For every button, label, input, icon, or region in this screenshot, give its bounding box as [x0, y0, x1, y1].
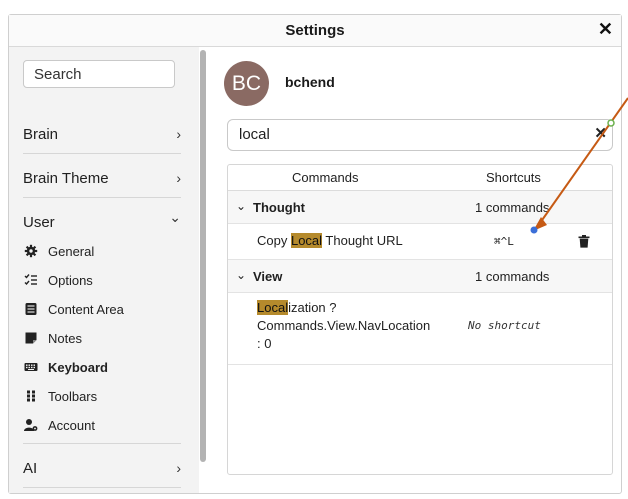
- account-gear-icon: [24, 419, 38, 431]
- chevron-down-icon: ⌄: [236, 268, 247, 282]
- sidebar-section-brain-theme[interactable]: Brain Theme ›: [23, 168, 181, 190]
- chevron-right-icon: ›: [176, 126, 181, 142]
- title-bar: Settings ✕: [9, 15, 621, 47]
- table-row[interactable]: Localization ? Commands.View.NavLocation…: [228, 293, 612, 365]
- sidebar-item-label: Account: [48, 418, 95, 433]
- group-count: 1 commands: [475, 269, 550, 284]
- search-highlight: Local: [290, 233, 323, 248]
- table-header: Commands Shortcuts: [228, 165, 612, 191]
- group-name: View: [253, 269, 283, 284]
- divider: [23, 487, 181, 488]
- sidebar: Brain › Brain Theme › User ⌄ General: [9, 47, 199, 493]
- chevron-right-icon: ›: [176, 170, 181, 186]
- note-icon: [25, 332, 37, 344]
- divider: [23, 153, 181, 154]
- settings-dialog: Settings ✕ Brain › Brain Theme › User ⌄: [8, 14, 622, 494]
- group-thought[interactable]: ⌄ Thought 1 commands: [228, 191, 612, 224]
- gear-icon: [24, 244, 38, 258]
- chevron-right-icon: ›: [176, 460, 181, 476]
- keyboard-icon: [24, 363, 38, 371]
- sidebar-section-label: Brain: [23, 126, 59, 143]
- column-header-commands: Commands: [292, 170, 359, 185]
- sidebar-section-label: User: [23, 214, 55, 231]
- table-row[interactable]: Copy Local Thought URL ⌘^L: [228, 224, 612, 260]
- clear-search-button[interactable]: ✕: [594, 124, 607, 142]
- chevron-down-icon: ⌄: [169, 209, 181, 225]
- sidebar-section-user[interactable]: User ⌄: [23, 209, 181, 234]
- group-view[interactable]: ⌄ View 1 commands: [228, 260, 612, 293]
- group-name: Thought: [253, 200, 305, 215]
- divider: [23, 197, 181, 198]
- search-value: local: [239, 126, 270, 143]
- sidebar-item-label: Notes: [48, 331, 82, 346]
- command-label: Copy Local Thought URL: [257, 233, 403, 248]
- command-label: Localization ? Commands.View.NavLocation…: [257, 300, 431, 351]
- search-highlight: Local: [257, 300, 289, 315]
- sidebar-section-label: AI: [23, 460, 38, 477]
- shortcut-keys[interactable]: ⌘^L: [494, 235, 514, 248]
- group-count: 1 commands: [475, 200, 550, 215]
- sidebar-item-label: General: [48, 244, 95, 259]
- dialog-title: Settings: [285, 22, 345, 39]
- close-button[interactable]: ✕: [598, 19, 613, 40]
- avatar: BC: [224, 61, 269, 106]
- sidebar-item-label: Content Area: [48, 302, 124, 317]
- trash-icon[interactable]: [578, 235, 590, 248]
- sidebar-section-label: Brain Theme: [23, 170, 109, 187]
- no-shortcut-label[interactable]: No shortcut: [468, 319, 541, 332]
- checklist-icon: [24, 274, 37, 286]
- chevron-down-icon: ⌄: [236, 199, 247, 213]
- sidebar-search-input[interactable]: [23, 60, 175, 88]
- command-search-input[interactable]: local ✕: [227, 119, 613, 151]
- sidebar-item-label: Toolbars: [48, 389, 98, 404]
- sidebar-section-ai[interactable]: AI ›: [23, 458, 181, 480]
- column-header-shortcuts: Shortcuts: [486, 170, 541, 185]
- divider: [23, 443, 181, 444]
- sidebar-item-label: Keyboard: [48, 360, 108, 375]
- document-icon: [25, 303, 37, 315]
- grid-dots-icon: [27, 390, 35, 402]
- sidebar-scrollbar[interactable]: [200, 50, 206, 462]
- username: bchend: [285, 74, 335, 90]
- shortcuts-table: Commands Shortcuts ⌄ Thought 1 commands …: [227, 164, 613, 475]
- sidebar-section-brain[interactable]: Brain ›: [23, 124, 181, 146]
- sidebar-item-label: Options: [48, 273, 93, 288]
